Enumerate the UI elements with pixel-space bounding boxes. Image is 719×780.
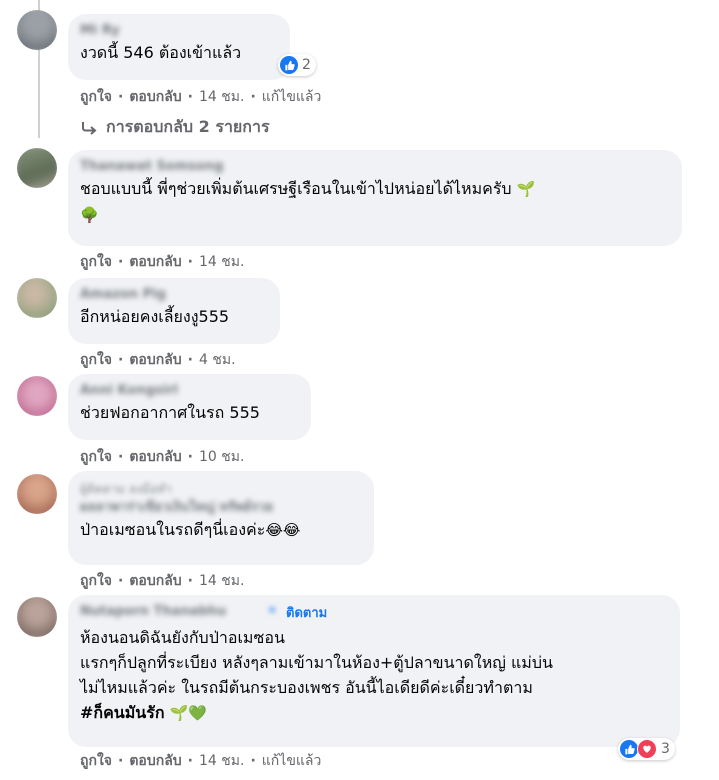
comment-bubble: Nutaporn Thanabhu • ติดตาม ห้องนอนดิฉันย… xyxy=(68,595,680,747)
timestamp[interactable]: 14 ชม. xyxy=(199,750,244,772)
reaction-count-badge[interactable]: 2 xyxy=(278,54,316,76)
comment-text: ช่วยฟอกอากาศในรถ 555 xyxy=(80,403,260,422)
comment-text-line: #ก็คนมันรัก 🌱💚 xyxy=(80,700,668,726)
seedling-heart-emoji: 🌱💚 xyxy=(169,704,207,722)
author-name-blurred[interactable]: Nutaporn Thanabhu xyxy=(80,603,262,621)
like-button[interactable]: ถูกใจ xyxy=(80,86,112,108)
author-badge-blurred: • xyxy=(268,604,277,619)
reaction-count: 3 xyxy=(661,741,670,757)
like-reaction-icon xyxy=(280,56,298,74)
timestamp[interactable]: 14 ชม. xyxy=(199,570,244,592)
avatar[interactable] xyxy=(17,278,57,318)
comment-bubble: Anni Kongsirl ช่วยฟอกอากาศในรถ 555 xyxy=(68,374,311,440)
comment-actions: ถูกใจ · ตอบกลับ · 14 ชม. · แก้ไขแล้ว xyxy=(80,750,321,772)
reply-button[interactable]: ตอบกลับ xyxy=(129,446,181,468)
view-replies-link[interactable]: การตอบกลับ 2 รายการ xyxy=(80,115,270,140)
author-name-blurred[interactable]: ผลลาพาร่าเขียวเงินใหญ่ ทรัพย์รวย xyxy=(80,499,350,517)
comment-text: ชอบแบบนี้ พี่ๆช่วยเพิ่มต้นเศรษฐีเรือนในเ… xyxy=(80,176,670,202)
like-reaction-icon xyxy=(620,740,638,758)
like-button[interactable]: ถูกใจ xyxy=(80,251,112,273)
hashtag-link[interactable]: #ก็คนมันรัก xyxy=(80,703,165,722)
comment-actions: ถูกใจ · ตอบกลับ · 14 ชม. xyxy=(80,570,244,592)
separator-dot: · xyxy=(118,352,124,368)
comment-actions: ถูกใจ · ตอบกลับ · 10 ชม. xyxy=(80,446,244,468)
avatar[interactable] xyxy=(17,597,57,637)
love-reaction-icon xyxy=(637,739,657,759)
separator-dot: · xyxy=(187,753,193,769)
comment-header: Nutaporn Thanabhu • ติดตาม xyxy=(80,603,668,621)
timestamp[interactable]: 14 ชม. xyxy=(199,251,244,273)
reaction-count: 2 xyxy=(302,57,311,73)
separator-dot: · xyxy=(187,89,193,105)
laughing-emoji: 😂😂 xyxy=(265,521,301,539)
timestamp[interactable]: 10 ชม. xyxy=(199,446,244,468)
reply-button[interactable]: ตอบกลับ xyxy=(129,570,181,592)
comment-actions: ถูกใจ · ตอบกลับ · 4 ชม. xyxy=(80,349,236,371)
reaction-count-badge[interactable]: 3 xyxy=(618,738,675,760)
reply-button[interactable]: ตอบกลับ xyxy=(129,750,181,772)
separator-dot: · xyxy=(250,753,256,769)
separator-dot: · xyxy=(118,89,124,105)
reply-button[interactable]: ตอบกลับ xyxy=(129,349,181,371)
avatar[interactable] xyxy=(17,10,57,50)
separator-dot: · xyxy=(118,753,124,769)
timestamp[interactable]: 14 ชม. xyxy=(199,86,244,108)
reply-button[interactable]: ตอบกลับ xyxy=(129,251,181,273)
reply-button[interactable]: ตอบกลับ xyxy=(129,86,181,108)
comment-text-line: ไม่ไหมแล้วค่ะ ในรถมีต้นกระบองเพชร อันนี้… xyxy=(80,678,533,697)
separator-dot: · xyxy=(187,254,193,270)
author-label-blurred: ผู้ติดตาม ลงมือทำ xyxy=(80,482,172,496)
author-name-blurred[interactable]: Thanawat Somsong xyxy=(80,158,250,176)
author-name-blurred[interactable]: Amazon Pig xyxy=(80,286,176,304)
comment-text: 🌳 xyxy=(80,202,670,228)
avatar[interactable] xyxy=(17,376,57,416)
separator-dot: · xyxy=(118,254,124,270)
comment-bubble: Amazon Pig อีกหน่อยคงเลี้ยงงู555 xyxy=(68,278,280,344)
seedling-emoji: 🌱 xyxy=(516,180,536,198)
like-button[interactable]: ถูกใจ xyxy=(80,570,112,592)
comment-actions: ถูกใจ · ตอบกลับ · 14 ชม. xyxy=(80,251,244,273)
comment-text: ป่าอเมซอนในรถดีๆนี่เองค่ะ😂😂 xyxy=(80,517,362,543)
comment-text: อีกหน่อยคงเลี้ยงงู555 xyxy=(80,307,230,326)
author-name-blurred[interactable]: Anni Kongsirl xyxy=(80,382,198,400)
separator-dot: · xyxy=(187,449,193,465)
comment-actions: ถูกใจ · ตอบกลับ · 14 ชม. · แก้ไขแล้ว xyxy=(80,86,321,108)
edited-label: แก้ไขแล้ว xyxy=(261,753,322,769)
separator-dot: · xyxy=(118,573,124,589)
comment-text: งวดนี้ 546 ต้องเข้าแล้ว xyxy=(80,43,242,62)
view-replies-label: การตอบกลับ 2 รายการ xyxy=(106,117,270,136)
comment-text-line: ห้องนอนดิฉันยังกับป่าอเมซอน xyxy=(80,628,285,647)
tree-emoji: 🌳 xyxy=(80,206,99,224)
timestamp[interactable]: 4 ชม. xyxy=(199,349,236,371)
comment-bubble: Thanawat Somsong ชอบแบบนี้ พี่ๆช่วยเพิ่ม… xyxy=(68,150,682,246)
comment-bubble: Mi Ry งวดนี้ 546 ต้องเข้าแล้ว xyxy=(68,14,290,80)
follow-button[interactable]: ติดตาม xyxy=(286,602,327,623)
like-button[interactable]: ถูกใจ xyxy=(80,446,112,468)
separator-dot: · xyxy=(250,89,256,105)
separator-dot: · xyxy=(118,449,124,465)
like-button[interactable]: ถูกใจ xyxy=(80,349,112,371)
separator-dot: · xyxy=(187,352,193,368)
reply-arrow-icon xyxy=(82,121,97,135)
comment-text-line: ป่าอเมซอนในรถดีๆนี่เองค่ะ xyxy=(80,520,266,539)
comment-text-line: ชอบแบบนี้ พี่ๆช่วยเพิ่มต้นเศรษฐีเรือนในเ… xyxy=(80,179,512,198)
separator-dot: · xyxy=(187,573,193,589)
avatar[interactable] xyxy=(17,474,57,514)
avatar[interactable] xyxy=(17,148,57,188)
author-name-blurred[interactable]: Mi Ry xyxy=(80,22,140,40)
comment-bubble: ผู้ติดตาม ลงมือทำ ผลลาพาร่าเขียวเงินใหญ่… xyxy=(68,471,374,565)
comment-text-line: แรกๆก็ปลูกที่ระเบียง หลังๆลามเข้ามาในห้อ… xyxy=(80,653,553,672)
edited-label: แก้ไขแล้ว xyxy=(261,89,322,105)
like-button[interactable]: ถูกใจ xyxy=(80,750,112,772)
